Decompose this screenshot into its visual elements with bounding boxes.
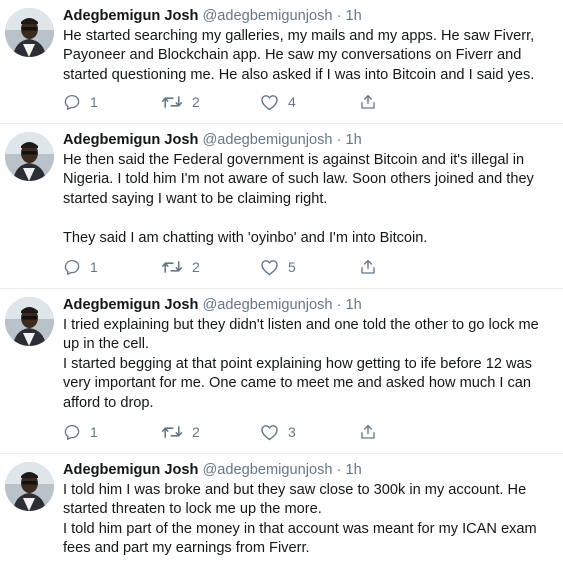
share-icon bbox=[361, 259, 375, 274]
share-icon bbox=[361, 424, 375, 439]
tweet-header: Adegbemigun Josh @adegbemigunjosh · 1h bbox=[63, 460, 555, 480]
like-button[interactable]: 5 bbox=[260, 258, 296, 276]
retweet-icon bbox=[161, 96, 183, 108]
reply-icon bbox=[64, 424, 80, 440]
tweet-text: I tried explaining but they didn't liste… bbox=[63, 316, 555, 413]
separator-dot: · bbox=[336, 462, 342, 478]
timestamp[interactable]: 1h bbox=[346, 132, 362, 148]
retweet-icon bbox=[161, 261, 183, 273]
retweet-count: 2 bbox=[192, 259, 200, 275]
like-count: 3 bbox=[288, 424, 296, 440]
tweet-body: He then said the Federal government is a… bbox=[63, 152, 534, 246]
tweet-text: He started searching my galleries, my ma… bbox=[63, 27, 555, 85]
tweet-content: Adegbemigun Josh @adegbemigunjosh · 1h I… bbox=[63, 295, 555, 413]
reply-count: 1 bbox=[90, 424, 98, 440]
heart-icon bbox=[261, 260, 278, 276]
reply-button[interactable]: 1 bbox=[63, 423, 98, 441]
tweet-body: I told him I was broke and but they saw … bbox=[63, 482, 537, 557]
tweet[interactable]: Adegbemigun Josh @adegbemigunjosh · 1h H… bbox=[0, 124, 563, 289]
heart-icon bbox=[261, 425, 278, 441]
avatar-image bbox=[5, 8, 54, 57]
timestamp[interactable]: 1h bbox=[346, 297, 362, 313]
tweet-header: Adegbemigun Josh @adegbemigunjosh · 1h bbox=[63, 130, 555, 150]
share-icon bbox=[361, 94, 375, 109]
reply-button[interactable]: 1 bbox=[63, 258, 98, 276]
like-button[interactable]: 3 bbox=[260, 423, 296, 441]
tweet-content: Adegbemigun Josh @adegbemigunjosh · 1h H… bbox=[63, 6, 555, 85]
avatar-image bbox=[5, 132, 54, 181]
separator-dot: · bbox=[336, 8, 342, 24]
author-handle[interactable]: @adegbemigunjosh bbox=[202, 8, 332, 24]
like-count: 5 bbox=[288, 259, 296, 275]
author-name[interactable]: Adegbemigun Josh bbox=[63, 132, 198, 148]
tweet-header: Adegbemigun Josh @adegbemigunjosh · 1h bbox=[63, 295, 555, 315]
avatar-image bbox=[5, 297, 54, 346]
avatar[interactable] bbox=[5, 132, 54, 181]
reply-count: 1 bbox=[90, 259, 98, 275]
author-handle[interactable]: @adegbemigunjosh bbox=[202, 132, 332, 148]
tweet-content: Adegbemigun Josh @adegbemigunjosh · 1h I… bbox=[63, 460, 555, 559]
share-button[interactable] bbox=[359, 93, 377, 111]
tweet-body: He started searching my galleries, my ma… bbox=[63, 28, 535, 83]
avatar[interactable] bbox=[5, 297, 54, 346]
tweet[interactable]: Adegbemigun Josh @adegbemigunjosh · 1h H… bbox=[0, 0, 563, 124]
reply-count: 1 bbox=[90, 94, 98, 110]
retweet-count: 2 bbox=[192, 94, 200, 110]
tweet-actions: 1 2 3 bbox=[63, 422, 383, 442]
tweet[interactable]: Adegbemigun Josh @adegbemigunjosh · 1h I… bbox=[0, 289, 563, 454]
avatar[interactable] bbox=[5, 462, 54, 511]
retweet-icon bbox=[161, 426, 183, 438]
tweet[interactable]: Adegbemigun Josh @adegbemigunjosh · 1h I… bbox=[0, 454, 563, 567]
timestamp[interactable]: 1h bbox=[346, 462, 362, 478]
tweet-feed: Adegbemigun Josh @adegbemigunjosh · 1h H… bbox=[0, 0, 563, 567]
like-button[interactable]: 4 bbox=[260, 93, 296, 111]
author-name[interactable]: Adegbemigun Josh bbox=[63, 462, 198, 478]
separator-dot: · bbox=[336, 297, 342, 313]
tweet-content: Adegbemigun Josh @adegbemigunjosh · 1h H… bbox=[63, 130, 555, 248]
reply-button[interactable]: 1 bbox=[63, 93, 98, 111]
retweet-button[interactable]: 2 bbox=[161, 423, 200, 441]
like-count: 4 bbox=[288, 94, 296, 110]
heart-icon bbox=[261, 95, 278, 111]
author-name[interactable]: Adegbemigun Josh bbox=[63, 8, 198, 24]
tweet-header: Adegbemigun Josh @adegbemigunjosh · 1h bbox=[63, 6, 555, 26]
retweet-count: 2 bbox=[192, 424, 200, 440]
author-handle[interactable]: @adegbemigunjosh bbox=[202, 462, 332, 478]
author-handle[interactable]: @adegbemigunjosh bbox=[202, 297, 332, 313]
share-button[interactable] bbox=[359, 258, 377, 276]
reply-icon bbox=[64, 94, 80, 110]
tweet-text: I told him I was broke and but they saw … bbox=[63, 481, 555, 559]
retweet-button[interactable]: 2 bbox=[161, 93, 200, 111]
avatar[interactable] bbox=[5, 8, 54, 57]
retweet-button[interactable]: 2 bbox=[161, 258, 200, 276]
tweet-actions: 1 2 4 bbox=[63, 92, 383, 112]
tweet-actions: 1 2 5 bbox=[63, 257, 383, 277]
separator-dot: · bbox=[336, 132, 342, 148]
share-button[interactable] bbox=[359, 423, 377, 441]
tweet-text: He then said the Federal government is a… bbox=[63, 151, 555, 248]
avatar-image bbox=[5, 462, 54, 511]
tweet-body: I tried explaining but they didn't liste… bbox=[63, 317, 539, 411]
author-name[interactable]: Adegbemigun Josh bbox=[63, 297, 198, 313]
reply-icon bbox=[64, 259, 80, 275]
timestamp[interactable]: 1h bbox=[346, 8, 362, 24]
